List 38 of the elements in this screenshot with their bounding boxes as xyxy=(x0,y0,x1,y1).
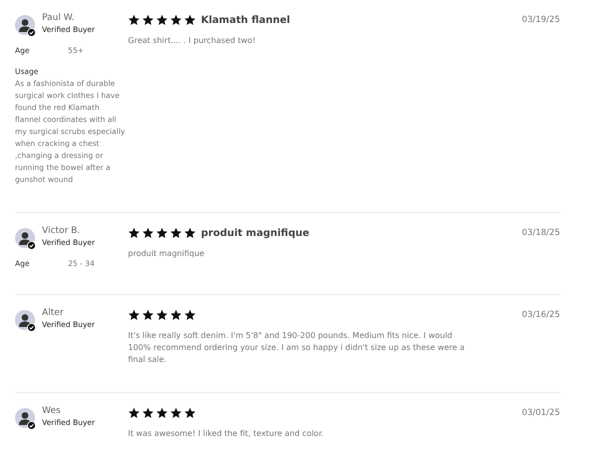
reviewer-name: Paul W. xyxy=(42,12,76,25)
review-text: Great shirt.... . I purchased two! xyxy=(128,35,257,47)
review-text: produit magnifique xyxy=(128,248,206,260)
star-icon xyxy=(170,309,182,321)
review-title: Klamath flannel xyxy=(201,14,290,26)
star-icon xyxy=(184,14,196,26)
star-icon xyxy=(156,14,168,26)
avatar-icon xyxy=(15,15,36,37)
star-icon xyxy=(128,14,140,26)
star-icon xyxy=(142,14,154,26)
star-icon xyxy=(184,309,196,321)
reviewer-name: Wes xyxy=(42,405,62,418)
avatar-icon xyxy=(15,310,36,332)
star-icon xyxy=(142,407,154,419)
avatar-icon xyxy=(15,408,36,430)
star-icon xyxy=(170,407,182,419)
star-icon xyxy=(170,227,182,239)
star-icon xyxy=(128,227,140,239)
review-title: produit magnifique xyxy=(201,228,310,238)
star-icon xyxy=(156,309,168,321)
review-text: It was awesome! I liked the fit, texture and color. xyxy=(128,428,325,440)
star-icon xyxy=(170,14,182,26)
star-icon xyxy=(128,309,140,321)
review-date: 03/01/25 xyxy=(522,407,560,420)
review-date: 03/19/25 xyxy=(522,14,560,27)
star-icon xyxy=(184,407,196,419)
star-icon xyxy=(184,227,196,239)
reviewer-name: Victor B. xyxy=(42,225,82,238)
star-icon xyxy=(142,227,154,239)
review-text: It's like really soft denim. I'm 5'8" and 190-200 pounds. Medium fits nice. I would 100% recommend ordering your size. I am so happy i didn't size up as these were a final sale. xyxy=(128,330,466,366)
avatar-icon xyxy=(15,228,36,250)
review-date: 03/18/25 xyxy=(522,227,560,240)
star-icon xyxy=(128,407,140,419)
star-icon xyxy=(156,407,168,419)
reviewer-name: Alter xyxy=(42,307,64,320)
star-icon xyxy=(156,227,168,239)
review-date: 03/16/25 xyxy=(522,309,560,322)
star-icon xyxy=(142,309,154,321)
